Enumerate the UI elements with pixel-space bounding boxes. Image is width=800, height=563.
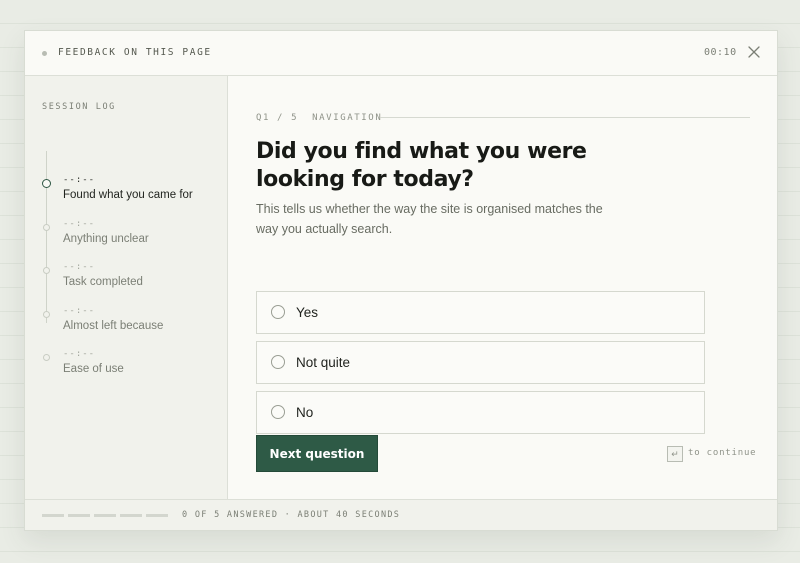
session-log-sidebar: SESSION LOG --:-- Found what you came fo… bbox=[25, 76, 228, 499]
progress-footer: 0 OF 5 ANSWERED · ABOUT 40 SECONDS bbox=[25, 499, 777, 530]
timeline-dot-icon bbox=[43, 311, 50, 318]
log-item-time: --:-- bbox=[63, 262, 96, 272]
log-item-label: Ease of use bbox=[63, 363, 124, 375]
next-question-button[interactable]: Next question bbox=[256, 435, 378, 472]
question-panel: Q1 / 5 NAVIGATION Did you find what you … bbox=[229, 76, 777, 499]
close-icon-glyph bbox=[748, 46, 760, 58]
timeline-dot-icon bbox=[42, 179, 51, 188]
option-no[interactable]: No bbox=[256, 391, 705, 434]
option-label: No bbox=[296, 405, 314, 420]
continue-hint: to continue bbox=[688, 448, 757, 458]
close-icon[interactable] bbox=[746, 44, 762, 60]
log-item-time: --:-- bbox=[63, 219, 96, 229]
progress-segment bbox=[94, 514, 116, 517]
log-item-label: Anything unclear bbox=[63, 233, 149, 245]
session-log-title: SESSION LOG bbox=[42, 102, 116, 112]
log-item-task-completed[interactable]: --:-- Task completed bbox=[25, 262, 228, 296]
question-description: This tells us whether the way the site i… bbox=[256, 202, 603, 236]
question-meta: Q1 / 5 NAVIGATION bbox=[256, 113, 383, 123]
radio-icon[interactable] bbox=[271, 305, 285, 319]
option-label: Yes bbox=[296, 305, 319, 320]
question-meta-divider bbox=[380, 117, 750, 118]
option-yes[interactable]: Yes bbox=[256, 291, 705, 334]
status-dot-icon bbox=[42, 51, 47, 56]
option-label: Not quite bbox=[296, 355, 351, 370]
log-item-label: Task completed bbox=[63, 276, 143, 288]
feedback-dialog: FEEDBACK ON THIS PAGE 00:10 SESSION LOG … bbox=[24, 30, 778, 531]
log-item-found-what-you-came-for[interactable]: --:-- Found what you came for bbox=[25, 175, 228, 209]
log-item-label: Almost left because bbox=[63, 320, 164, 332]
timeline-dot-icon bbox=[43, 354, 50, 361]
log-item-label: Found what you came for bbox=[63, 189, 193, 201]
log-item-time: --:-- bbox=[63, 175, 96, 185]
progress-segment bbox=[120, 514, 142, 517]
log-item-ease-of-use[interactable]: --:-- Ease of use bbox=[25, 349, 228, 383]
session-timer: 00:10 bbox=[704, 47, 737, 58]
radio-icon[interactable] bbox=[271, 355, 285, 369]
timeline-dot-icon bbox=[43, 224, 50, 231]
dialog-title: FEEDBACK ON THIS PAGE bbox=[58, 47, 212, 58]
log-item-time: --:-- bbox=[63, 349, 96, 359]
timeline-dot-icon bbox=[43, 267, 50, 274]
log-item-time: --:-- bbox=[63, 306, 96, 316]
question-title: Did you find what you were looking for t… bbox=[256, 139, 587, 192]
dialog-header: FEEDBACK ON THIS PAGE 00:10 bbox=[25, 31, 777, 76]
option-not-quite[interactable]: Not quite bbox=[256, 341, 705, 384]
log-item-almost-left-because[interactable]: --:-- Almost left because bbox=[25, 306, 228, 340]
progress-status: 0 OF 5 ANSWERED · ABOUT 40 SECONDS bbox=[182, 510, 401, 520]
progress-segment bbox=[42, 514, 64, 517]
log-item-anything-unclear[interactable]: --:-- Anything unclear bbox=[25, 219, 228, 253]
progress-segment bbox=[146, 514, 168, 517]
progress-segment bbox=[68, 514, 90, 517]
radio-icon[interactable] bbox=[271, 405, 285, 419]
enter-key-icon: ↵ bbox=[667, 446, 683, 462]
